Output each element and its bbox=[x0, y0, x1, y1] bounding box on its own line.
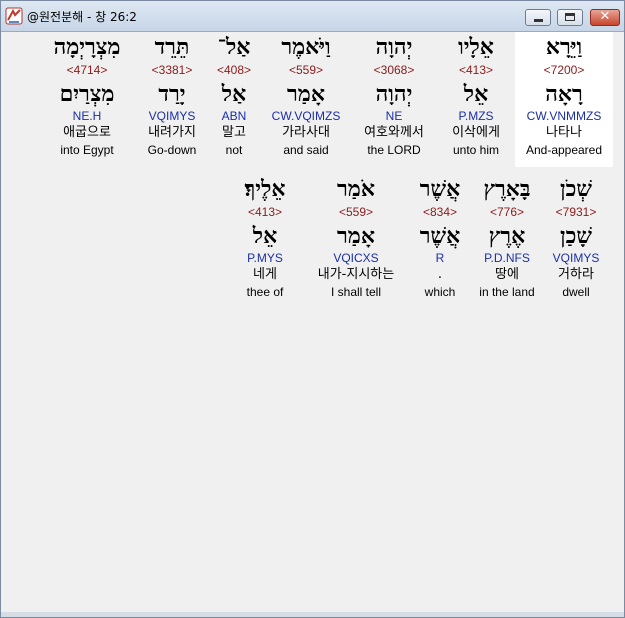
word-cell[interactable]: אֲשֶׁר <834> אֲשֶׁר R . which bbox=[391, 174, 489, 300]
english-gloss: I shall tell bbox=[330, 285, 382, 299]
english-gloss: Go-down bbox=[147, 143, 197, 157]
close-button[interactable]: ✕ bbox=[590, 9, 620, 26]
korean-gloss: 나타나 bbox=[546, 125, 582, 140]
korean-gloss: . bbox=[437, 267, 443, 282]
korean-gloss: 네게 bbox=[253, 267, 277, 282]
minimize-icon bbox=[534, 19, 543, 22]
strong-number[interactable]: <3381> bbox=[123, 62, 221, 78]
hebrew-word: תֵּרֵד bbox=[154, 34, 190, 60]
window-title: @원전분해 - 창 26:2 bbox=[27, 10, 137, 24]
parsing-code: NE bbox=[385, 109, 403, 123]
hebrew-lemma: יָרַד bbox=[158, 81, 186, 107]
korean-gloss: 내려가지 bbox=[148, 125, 196, 140]
hebrew-lemma: יְהוָה bbox=[375, 81, 413, 107]
parsing-code: R bbox=[435, 251, 445, 265]
app-window: @원전분해 - 창 26:2 ✕ וַיֵּרָא <7200> רָאָה C… bbox=[0, 0, 625, 618]
minimize-button[interactable] bbox=[525, 9, 551, 26]
english-gloss: thee of bbox=[246, 285, 284, 299]
strong-number[interactable]: <413> bbox=[216, 204, 314, 220]
korean-gloss: 애굽으로 bbox=[63, 125, 111, 140]
word-cell[interactable]: תֵּרֵד <3381> יָרַד VQIMYS 내려가지 Go-down bbox=[123, 32, 221, 158]
hebrew-lemma: מִצְרַיִם bbox=[59, 81, 115, 107]
strong-number[interactable]: <834> bbox=[391, 204, 489, 220]
window-bottom-border bbox=[1, 612, 624, 617]
word-cell[interactable]: אֵלֶיךָ׃ <413> אֵל P.MYS 네게 thee of bbox=[216, 174, 314, 300]
hebrew-word: יְהוָה bbox=[375, 34, 413, 60]
hebrew-word: אֵלֶיךָ׃ bbox=[244, 176, 286, 202]
hebrew-word: וַיֵּרָא bbox=[545, 34, 583, 60]
word-cell[interactable]: וַיֵּרָא <7200> רָאָה CW.VNMMZS 나타나 And-… bbox=[515, 32, 613, 167]
app-logo-icon bbox=[5, 7, 23, 25]
parsing-code: NE.H bbox=[72, 109, 102, 123]
hebrew-word: אֹמַר bbox=[337, 176, 375, 202]
strong-number[interactable]: <4714> bbox=[38, 62, 136, 78]
close-icon: ✕ bbox=[599, 9, 611, 24]
korean-gloss: 여호와께서 bbox=[364, 125, 424, 140]
english-gloss: And-appeared bbox=[525, 143, 603, 157]
english-gloss: into Egypt bbox=[60, 143, 114, 157]
strong-number[interactable]: <559> bbox=[307, 204, 405, 220]
maximize-button[interactable] bbox=[557, 9, 583, 26]
interlinear-panel: וַיֵּרָא <7200> רָאָה CW.VNMMZS 나타나 And-… bbox=[4, 32, 621, 610]
parsing-code: VQICXS bbox=[333, 251, 379, 265]
parsing-code: P.MYS bbox=[247, 251, 283, 265]
title-bar[interactable]: @원전분해 - 창 26:2 ✕ bbox=[1, 1, 624, 32]
word-cell[interactable]: יְהוָה <3068> יְהוָה NE 여호와께서 the LORD bbox=[345, 32, 443, 158]
hebrew-lemma: אֲשֶׁר bbox=[419, 223, 461, 249]
english-gloss: the LORD bbox=[367, 143, 421, 157]
word-cell[interactable]: מִצְרָיְמָה <4714> מִצְרַיִם NE.H 애굽으로 i… bbox=[38, 32, 136, 158]
parsing-code: VQIMYS bbox=[148, 109, 196, 123]
hebrew-lemma: רָאָה bbox=[545, 81, 583, 107]
maximize-icon bbox=[565, 13, 575, 21]
hebrew-word: אֲשֶׁר bbox=[419, 176, 461, 202]
strong-number[interactable]: <7200> bbox=[515, 62, 613, 78]
korean-gloss: 내가-지시하는 bbox=[317, 267, 395, 282]
word-cell[interactable]: אֹמַר <559> אָמַר VQICXS 내가-지시하는 I shall… bbox=[307, 174, 405, 300]
parsing-code: CW.VNMMZS bbox=[526, 109, 602, 123]
hebrew-lemma: אָמַר bbox=[337, 223, 375, 249]
hebrew-lemma: אֵל bbox=[252, 223, 278, 249]
hebrew-word: מִצְרָיְמָה bbox=[53, 34, 121, 60]
english-gloss: which bbox=[424, 285, 456, 299]
strong-number[interactable]: <3068> bbox=[345, 62, 443, 78]
